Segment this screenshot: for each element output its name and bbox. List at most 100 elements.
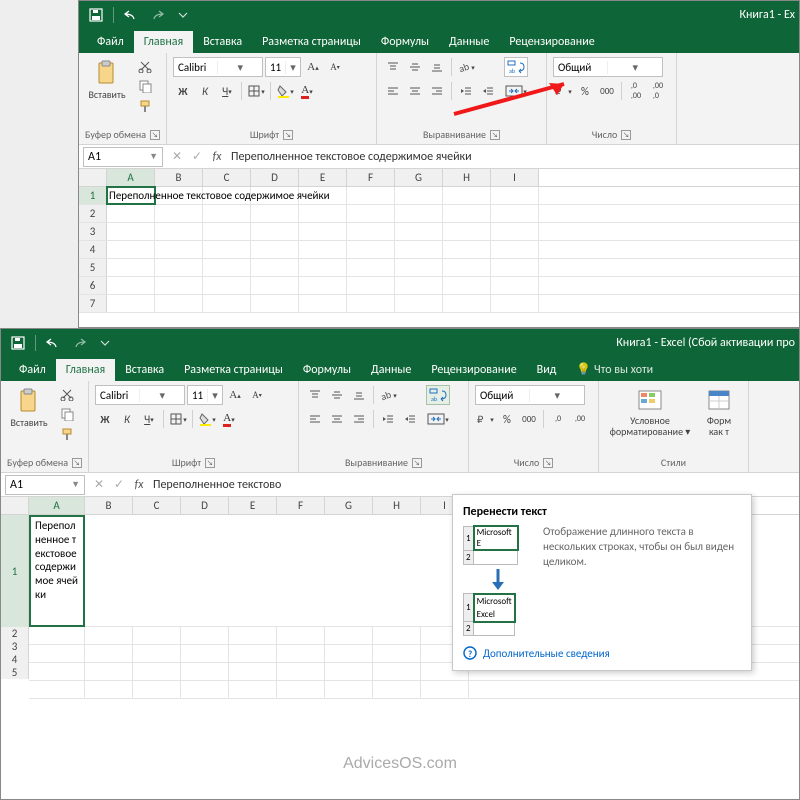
fx-enter-icon[interactable]: ✓ [187, 149, 207, 164]
name-box[interactable]: A1▼ [5, 475, 85, 495]
tab-file[interactable]: Файл [87, 31, 134, 53]
redo-icon[interactable] [146, 4, 168, 26]
col-header[interactable]: C [133, 497, 181, 514]
col-header[interactable]: B [155, 169, 203, 186]
align-center-icon[interactable] [405, 81, 425, 101]
comma-icon[interactable]: 000 [519, 409, 539, 429]
fx-cancel-icon[interactable]: ✕ [89, 477, 109, 492]
increase-font-icon[interactable]: A▴ [303, 57, 323, 77]
cell-a1[interactable]: Переполненное текстовое содержимое ячейк… [107, 187, 155, 204]
grid[interactable]: A B C D E F G H I 1 Переполненное тексто… [79, 169, 799, 313]
undo-icon[interactable] [42, 332, 64, 354]
paste-button[interactable]: Вставить [7, 385, 51, 445]
tab-insert[interactable]: Вставка [193, 31, 252, 53]
fill-color-icon[interactable]: ▾ [275, 81, 295, 101]
fx-icon[interactable]: fx [129, 478, 149, 492]
cut-icon[interactable] [135, 57, 155, 75]
align-bottom-icon[interactable] [427, 57, 447, 77]
row-header[interactable]: 7 [79, 295, 107, 312]
decrease-indent-icon[interactable] [378, 409, 398, 429]
align-right-icon[interactable] [349, 409, 369, 429]
tab-formulas[interactable]: Формулы [371, 31, 439, 53]
cell-a1-wrapped[interactable]: Переполненное текстовое содержимое ячейк… [29, 515, 85, 627]
row-header[interactable]: 5 [79, 259, 107, 276]
fx-icon[interactable]: fx [207, 150, 227, 164]
increase-indent-icon[interactable] [400, 409, 420, 429]
row-header[interactable]: 4 [1, 653, 29, 666]
align-top-icon[interactable] [383, 57, 403, 77]
conditional-formatting-button[interactable]: Условноеформатирование ▾ [605, 385, 695, 445]
wrap-text-button[interactable]: ab [426, 385, 450, 405]
format-as-table-button[interactable]: Формкак т [699, 385, 739, 445]
row-header[interactable]: 5 [1, 666, 29, 679]
col-header[interactable]: G [395, 169, 443, 186]
percent-icon[interactable]: % [497, 409, 517, 429]
decrease-font-icon[interactable]: A▾ [325, 57, 345, 77]
format-painter-icon[interactable] [57, 425, 77, 443]
increase-decimal-icon[interactable]: ,0 [548, 409, 568, 429]
qat-more-icon[interactable] [172, 4, 194, 26]
decrease-font-icon[interactable]: A▾ [247, 385, 267, 405]
formula-value[interactable]: Переполненное текстовое содержимое ячейк… [227, 150, 799, 164]
row-header[interactable]: 4 [79, 241, 107, 258]
clipboard-launcher[interactable]: ↘ [150, 130, 160, 140]
tab-data[interactable]: Данные [361, 359, 421, 381]
row-header[interactable]: 3 [1, 640, 29, 653]
copy-icon[interactable] [135, 77, 155, 95]
copy-icon[interactable] [57, 405, 77, 423]
tab-formulas[interactable]: Формулы [293, 359, 361, 381]
col-header[interactable]: I [491, 169, 539, 186]
underline-icon[interactable]: Ч▾ [139, 409, 159, 429]
align-bottom-icon[interactable] [349, 385, 369, 405]
tab-review[interactable]: Рецензирование [499, 31, 604, 53]
orientation-icon[interactable]: ab▾ [378, 385, 398, 405]
font-name-dropdown[interactable]: Calibri▾ [95, 385, 185, 405]
tab-page-layout[interactable]: Разметка страницы [174, 359, 293, 381]
paste-button[interactable]: Вставить [85, 57, 129, 117]
currency-icon[interactable]: ₽▾ [475, 409, 495, 429]
col-header[interactable]: H [443, 169, 491, 186]
tab-view[interactable]: Вид [527, 359, 567, 381]
align-top-icon[interactable] [305, 385, 325, 405]
font-size-dropdown[interactable]: 11▾ [265, 57, 301, 77]
col-header[interactable]: F [277, 497, 325, 514]
cut-icon[interactable] [57, 385, 77, 403]
col-header[interactable]: G [325, 497, 373, 514]
orientation-icon[interactable]: ab▾ [456, 57, 476, 77]
tooltip-more-link[interactable]: ? Дополнительные сведения [463, 646, 741, 660]
align-middle-icon[interactable] [327, 385, 347, 405]
col-header[interactable]: F [347, 169, 395, 186]
comma-icon[interactable]: 000 [597, 81, 617, 101]
tab-home[interactable]: Главная [56, 359, 115, 381]
tell-me[interactable]: 💡 Что вы хоти [566, 358, 663, 381]
align-middle-icon[interactable] [405, 57, 425, 77]
col-header-a[interactable]: A [29, 497, 85, 514]
row-header[interactable]: 3 [79, 223, 107, 240]
align-center-icon[interactable] [327, 409, 347, 429]
tab-home[interactable]: Главная [134, 31, 193, 53]
row-header[interactable]: 2 [1, 627, 29, 640]
increase-font-icon[interactable]: A▴ [225, 385, 245, 405]
italic-icon[interactable]: К [117, 409, 137, 429]
save-icon[interactable] [85, 4, 107, 26]
fx-enter-icon[interactable]: ✓ [109, 477, 129, 492]
borders-icon[interactable]: ▾ [168, 409, 188, 429]
name-box[interactable]: A1▼ [83, 147, 163, 167]
col-header[interactable]: H [373, 497, 421, 514]
align-left-icon[interactable] [383, 81, 403, 101]
col-header[interactable]: D [251, 169, 299, 186]
decrease-decimal-icon[interactable]: ,00 [570, 409, 590, 429]
font-color-icon[interactable]: A▾ [219, 409, 239, 429]
row-header[interactable]: 1 [79, 187, 107, 204]
redo-icon[interactable] [68, 332, 90, 354]
save-icon[interactable] [7, 332, 29, 354]
bold-icon[interactable]: Ж [173, 81, 193, 101]
italic-icon[interactable]: К [195, 81, 215, 101]
merge-center-button[interactable]: ▾ [426, 409, 450, 429]
alignment-launcher[interactable]: ↘ [490, 130, 500, 140]
decrease-decimal-icon[interactable]: ,00,0 [648, 81, 668, 101]
font-launcher[interactable]: ↘ [283, 130, 293, 140]
number-format-dropdown[interactable]: Общий▾ [553, 57, 663, 77]
font-size-dropdown[interactable]: 11▾ [187, 385, 223, 405]
col-header[interactable]: E [299, 169, 347, 186]
